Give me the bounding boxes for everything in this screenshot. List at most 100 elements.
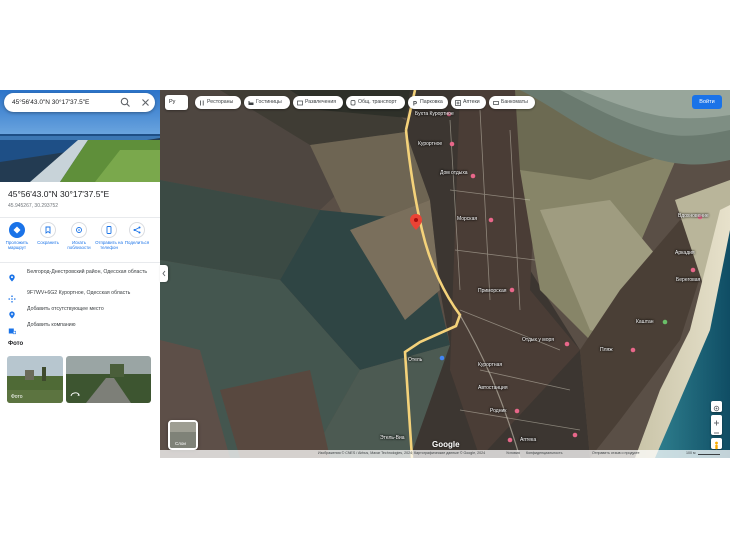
privacy-link[interactable]: Конфиденциальность [526, 451, 562, 455]
chip-restaurants-label: Рестораны [207, 99, 234, 105]
share-button[interactable]: Поделиться [123, 222, 151, 245]
poi-label[interactable]: Этель-Виа [380, 435, 405, 441]
send-to-phone-button[interactable]: Отправить на телефон [95, 222, 123, 250]
pegman-button[interactable] [711, 438, 722, 450]
search-input[interactable] [12, 93, 112, 112]
parking-icon: P [412, 99, 418, 107]
street-view-icon [70, 391, 80, 400]
street-view-thumbnail[interactable] [66, 356, 151, 403]
entertainment-icon [297, 99, 303, 106]
add-business-icon [8, 322, 17, 335]
poi-label[interactable]: Курортная [478, 362, 502, 368]
chip-hotels[interactable]: Гостиницы [244, 96, 290, 109]
add-place-text: Добавить отсутствующее место [27, 306, 104, 312]
chip-restaurants[interactable]: Рестораны [195, 96, 241, 109]
poi-label[interactable]: Приморская [478, 288, 506, 294]
location-pin-icon [8, 269, 16, 282]
chip-hotels-label: Гостиницы [256, 99, 282, 105]
search-box [4, 93, 155, 112]
poi-label[interactable]: Бухта Курортное [415, 111, 454, 117]
poi-label[interactable]: Береговая [676, 277, 700, 283]
poi-label[interactable]: Аркадия [675, 250, 695, 256]
chip-pharmacy-label: Аптеки [463, 99, 480, 105]
pharmacy-icon [455, 99, 461, 106]
zoom-in-button[interactable] [711, 415, 722, 426]
photo-thumbnail[interactable]: Фото [7, 356, 63, 403]
chip-transit-label: Общ. транспорт [358, 99, 397, 105]
chip-atm-label: Банкоматы [501, 99, 528, 105]
search-icon[interactable] [119, 96, 132, 109]
my-location-button[interactable] [711, 401, 722, 412]
poi-label[interactable]: Отель [408, 357, 422, 363]
plus-code-icon [8, 290, 16, 303]
crosshair-icon [713, 405, 720, 412]
share-icon [129, 222, 145, 238]
svg-text:P: P [413, 101, 417, 106]
chip-entertainment-label: Развлечения [305, 99, 337, 105]
satellite-imagery [160, 90, 730, 458]
bookmark-icon [40, 222, 56, 238]
poi-label[interactable]: Дом отдыха [440, 170, 468, 176]
phone-icon [101, 222, 117, 238]
divider [0, 217, 160, 218]
action-bar: Проложить маршрут Сохранить Искать побли… [0, 222, 160, 258]
directions-label: Проложить маршрут [5, 240, 29, 251]
photos-title: Фото [8, 341, 24, 347]
chip-atm[interactable]: Банкоматы [489, 96, 535, 109]
imagery-attribution: Изображения © CNES / Airbus, Maxar Techn… [318, 451, 486, 455]
side-panel: 45°56'43.0"N 30°17'37.5"E 45.945267, 30.… [0, 90, 160, 458]
address-text: Белгород-Днестровский район, Одесская об… [27, 269, 148, 275]
terms-link[interactable]: Условия [506, 451, 520, 455]
google-logo: Google [432, 440, 460, 449]
layers-button[interactable]: Слои [168, 420, 198, 450]
place-title: 45°56'43.0"N 30°17'37.5"E [8, 189, 110, 199]
directions-icon [9, 222, 25, 238]
plus-code-text: 9F7WV+6G2 Курортное, Одесская область [27, 290, 131, 296]
chip-parking[interactable]: P Парковка [408, 96, 448, 109]
collapse-panel-button[interactable] [160, 265, 168, 282]
minus-icon [714, 432, 719, 434]
restaurant-icon [199, 99, 205, 106]
maps-app: 45°56'43.0"N 30°17'37.5"E 45.945267, 30.… [0, 90, 730, 458]
poi-label[interactable]: Аптека [520, 437, 536, 443]
nearby-label: Искать поблизости [67, 240, 91, 251]
add-business-text: Добавить компанию [27, 322, 76, 328]
sign-in-button[interactable]: Войти [692, 95, 722, 109]
hotel-icon [248, 99, 254, 105]
save-button[interactable]: Сохранить [34, 222, 62, 245]
divider [0, 262, 160, 263]
satellite-map[interactable]: Бухта Курортное Курортное Дом отдыха Мор… [160, 90, 730, 458]
poi-label[interactable]: Курортное [418, 141, 442, 147]
poi-label[interactable]: Морская [457, 216, 477, 222]
chip-transit[interactable]: Общ. транспорт [346, 96, 405, 109]
map-footer: Изображения © CNES / Airbus, Maxar Techn… [160, 450, 730, 458]
directions-button[interactable]: Проложить маршрут [3, 222, 31, 250]
photo-caption: Фото [11, 394, 23, 400]
save-label: Сохранить [37, 240, 59, 245]
zoom-out-button[interactable] [711, 425, 722, 435]
send-to-phone-label: Отправить на телефон [95, 240, 123, 251]
poi-label[interactable]: Каштан [636, 319, 653, 325]
share-label: Поделиться [124, 240, 150, 245]
layers-caption: Слои [175, 441, 186, 446]
zoom-controls [711, 415, 722, 435]
scale-label: 100 м [686, 451, 696, 455]
chevron-left-icon [162, 270, 166, 277]
chip-entertainment[interactable]: Развлечения [293, 96, 343, 109]
feedback-link[interactable]: Отправить отзыв о продукте [592, 451, 640, 455]
poi-label[interactable]: Родник [490, 408, 506, 414]
poi-label[interactable]: Отдых у моря [522, 337, 554, 343]
language-select[interactable]: Ру [165, 95, 188, 110]
atm-icon [493, 99, 499, 105]
chip-parking-label: Парковка [420, 99, 443, 105]
place-decimal-coords: 45.945267, 30.293752 [8, 203, 59, 209]
chip-pharmacy[interactable]: Аптеки [451, 96, 486, 109]
poi-label[interactable]: Вдохновение [678, 213, 709, 219]
scale-bar [698, 454, 720, 455]
close-icon[interactable] [139, 96, 152, 109]
nearby-icon [71, 222, 87, 238]
poi-label[interactable]: Пляж [600, 347, 613, 353]
transit-icon [350, 99, 356, 106]
nearby-button[interactable]: Искать поблизости [65, 222, 93, 250]
poi-label[interactable]: Автостанция [478, 385, 508, 391]
